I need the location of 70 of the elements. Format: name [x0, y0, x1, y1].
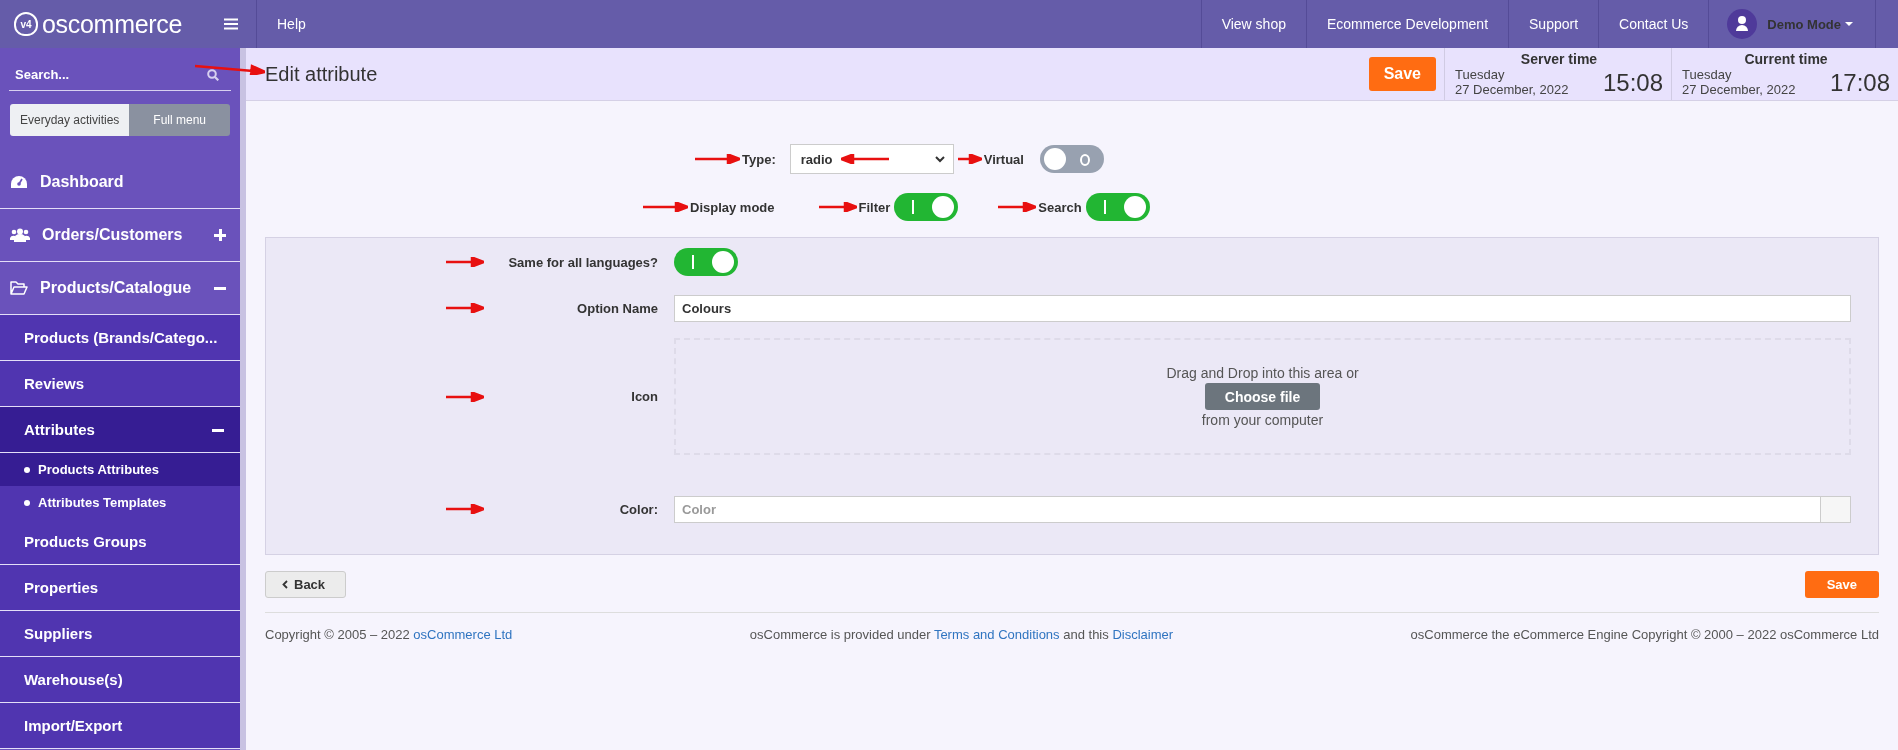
footer-link[interactable]: Disclaimer [1112, 627, 1174, 642]
back-button[interactable]: Back [265, 571, 347, 598]
expand-icon[interactable] [214, 229, 226, 241]
field-label: Virtual [983, 151, 1024, 167]
color-swatch[interactable] [1821, 495, 1851, 523]
menu-icon[interactable] [224, 18, 238, 30]
choose-file-button[interactable]: Choose file [1204, 383, 1321, 410]
clock-date: 27 December, 2022 [1455, 82, 1569, 97]
clock-day: Tuesday [1455, 67, 1569, 82]
chevron-left-icon [282, 580, 288, 589]
field-label: Type: [742, 151, 776, 167]
logo[interactable]: v4 oscommerce [0, 0, 224, 48]
field-label: Color: [619, 501, 658, 517]
clock-day: Tuesday [1682, 67, 1796, 82]
sidebar-item[interactable]: Suppliers [0, 611, 240, 657]
clock-label: Server time [1519, 51, 1599, 67]
annotation-arrow [695, 154, 740, 164]
users-icon [10, 228, 30, 242]
footer-text: osCommerce is provided under Terms and Conditions and this Disclaimer [749, 627, 1174, 642]
chevron-down-icon [934, 155, 945, 163]
sidebar-item[interactable]: Import/Export [0, 703, 240, 749]
menu-mode-tab[interactable]: Everyday activities [10, 104, 130, 136]
annotation-arrow [446, 391, 484, 402]
menu-mode-tab[interactable]: Full menu [129, 104, 230, 136]
drop-hint: Drag and Drop into this area or [1166, 365, 1359, 381]
clock-label: Current time [1743, 51, 1829, 67]
sidebar-subitem[interactable]: Products Attributes [0, 453, 240, 486]
annotation-arrow [998, 202, 1037, 212]
field-label: Search [1038, 199, 1082, 215]
toggle-switch[interactable] [1039, 145, 1104, 173]
sidebar-item[interactable]: Products Groups [0, 519, 240, 565]
toggle-switch[interactable] [674, 248, 738, 276]
file-drop-zone[interactable]: Drag and Drop into this area or Choose file from your computer [674, 338, 1851, 455]
gauge-icon [10, 175, 28, 189]
annotation-arrow [195, 63, 265, 75]
sidebar-item[interactable]: Reviews [0, 361, 240, 407]
field-label: Display mode [690, 199, 775, 215]
sidebar-item[interactable]: Attributes [0, 407, 240, 453]
footer-text: Copyright © 2005 – 2022 osCommerce Ltd [265, 627, 513, 642]
clock-time: 15:08 [1602, 69, 1663, 97]
toggle-switch[interactable] [894, 193, 959, 221]
color-field[interactable]: Color [674, 495, 1821, 523]
annotation-arrow [446, 257, 484, 267]
folder-icon [10, 281, 28, 295]
type-select[interactable]: radio [789, 144, 954, 174]
field-label: Option Name [577, 300, 658, 316]
drop-hint: from your computer [1201, 412, 1324, 428]
field-label: Filter [858, 199, 891, 215]
sidebar-item[interactable]: Properties [0, 565, 240, 611]
sidebar-subitem[interactable]: Attributes Templates [0, 486, 240, 519]
toggle-switch[interactable] [1085, 193, 1150, 221]
sidebar-item[interactable]: Products (Brands/Catego... [0, 315, 240, 361]
field-label: Same for all languages? [508, 254, 658, 270]
sidebar-item[interactable]: Warehouse(s) [0, 657, 240, 703]
annotation-arrow [446, 504, 484, 514]
footer-link[interactable]: osCommerce Ltd [413, 627, 513, 642]
footer-link[interactable]: Terms and Conditions [933, 627, 1060, 642]
annotation-arrow [957, 154, 982, 164]
annotation-arrow [818, 202, 857, 212]
annotation-arrow [840, 154, 889, 164]
annotation-arrow [446, 303, 484, 313]
option-name-field[interactable]: Colours [674, 294, 1851, 322]
clock-date: 27 December, 2022 [1682, 82, 1796, 97]
search-icon [207, 69, 219, 81]
avatar-icon [1727, 9, 1758, 39]
footer-text: osCommerce the eCommerce Engine Copyright © 2000 – 2022 osCommerce Ltd [1410, 627, 1879, 642]
annotation-arrow [643, 202, 688, 212]
page-title: Edit attribute [265, 62, 378, 86]
clock-time: 17:08 [1829, 69, 1890, 97]
field-label: Icon [631, 389, 658, 404]
